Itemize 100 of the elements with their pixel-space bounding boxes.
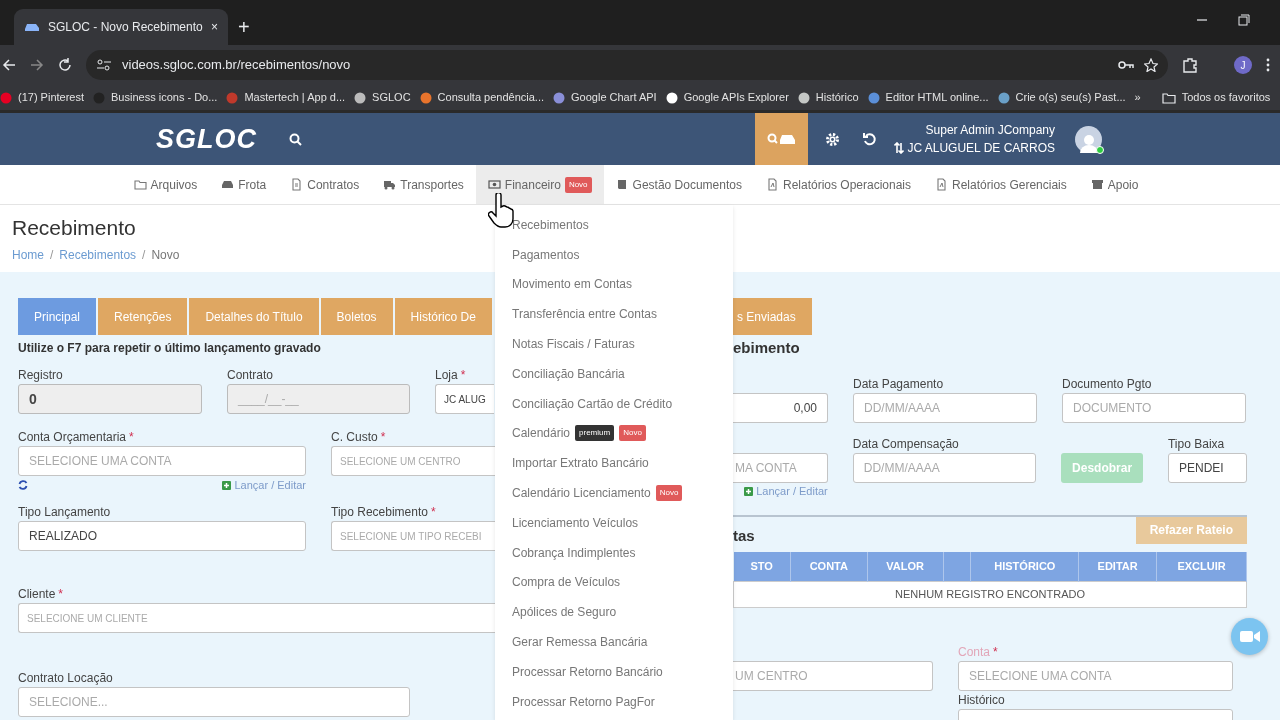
menu-item[interactable]: Processar Retorno Bancário xyxy=(495,656,733,687)
nav-menu-item[interactable]: Frota xyxy=(209,165,279,204)
key-icon[interactable] xyxy=(1118,59,1134,71)
back-icon[interactable] xyxy=(2,58,16,72)
video-camera-icon xyxy=(1239,630,1260,643)
menu-item[interactable]: Conciliação Bancária xyxy=(495,359,733,389)
bookmark-link[interactable]: Histórico xyxy=(797,89,859,106)
bookmark-link[interactable]: Mastertech | App d... xyxy=(226,89,346,106)
new-tab-button[interactable]: + xyxy=(238,16,250,37)
bookmark-link[interactable]: Business icons - Do... xyxy=(93,89,218,106)
column-header: CONTA xyxy=(790,551,868,582)
nav-menu-item[interactable]: Arquivos xyxy=(121,165,210,204)
field-label: Cliente xyxy=(18,587,56,601)
address-bar[interactable]: videos.sgloc.com.br/recebimentos/novo xyxy=(86,50,1168,80)
menu-item[interactable]: Calendário premium Novo xyxy=(495,418,733,449)
profile-avatar[interactable]: J xyxy=(1234,56,1252,74)
logo-text[interactable]: SGLOC xyxy=(150,123,269,155)
field-label: Loja xyxy=(435,368,458,382)
nav-menu-item[interactable]: Financeiro Novo xyxy=(475,165,604,204)
field-label: Tipo Lançamento xyxy=(18,505,111,519)
menu-item[interactable]: Compra de Veículos xyxy=(495,567,733,598)
bookmark-link[interactable]: SGLOC xyxy=(354,89,411,106)
select-field[interactable]: JC ALUG xyxy=(435,384,494,414)
required-mark: * xyxy=(993,645,998,659)
star-icon[interactable] xyxy=(1144,58,1158,72)
menu-item[interactable]: Processar Retorno PagFor xyxy=(495,686,733,717)
select-field[interactable]: SELECIONE UM CENTRO xyxy=(331,446,495,476)
menu-item[interactable]: Transferência entre Contas xyxy=(495,299,733,330)
column-header: HISTÓRICO xyxy=(970,551,1079,582)
more-bookmarks-button[interactable]: » xyxy=(1134,89,1141,106)
menu-item[interactable]: Gerar Remessa Bancária xyxy=(495,627,733,657)
field-label: Registro xyxy=(18,368,63,382)
swap-icon[interactable] xyxy=(894,142,905,154)
bookmark-link[interactable]: Consulta pendência... xyxy=(419,89,545,106)
nav-menu-item[interactable]: Transportes xyxy=(371,165,476,204)
select-field[interactable]: SELECIONE UM CLIENTE xyxy=(18,603,495,633)
nav-menu-item[interactable]: Contratos xyxy=(278,165,372,204)
breadcrumb-separator: / xyxy=(50,247,54,265)
close-tab-button[interactable]: × xyxy=(211,21,218,33)
search-car-icon xyxy=(766,132,797,146)
user-avatar[interactable] xyxy=(1075,125,1102,153)
browser-tab[interactable]: SGLOC - Novo Recebimento × xyxy=(14,9,228,45)
field-label: Data Pagamento xyxy=(853,376,944,391)
menu-item[interactable]: Apólices de Seguro xyxy=(495,597,733,628)
plus-square-icon xyxy=(222,480,232,490)
required-mark: * xyxy=(58,587,64,601)
nav-menu-item[interactable]: Apoio xyxy=(1078,165,1151,204)
refresh-icon[interactable] xyxy=(18,480,28,490)
pdf-file-icon xyxy=(765,178,779,191)
bookmark-link[interactable]: Google Chart API xyxy=(553,89,657,106)
book-icon xyxy=(615,178,629,191)
breadcrumb-link[interactable]: Home xyxy=(12,246,44,265)
plus-square-icon xyxy=(744,487,754,496)
text-field[interactable]: 0,00 xyxy=(733,392,828,423)
hint-text: Utilize o F7 para repetir o último lançamento gravado xyxy=(18,340,322,357)
menu-item[interactable]: Importar Extrato Bancário xyxy=(495,448,733,479)
menu-item[interactable]: Pagamentos xyxy=(495,239,733,270)
breadcrumb-current: Novo xyxy=(151,247,180,265)
menu-item[interactable]: Licenciamento Veículos xyxy=(495,507,733,538)
add-edit-link[interactable]: Lançar / Editar xyxy=(744,483,828,500)
reload-icon[interactable] xyxy=(58,58,72,72)
undo-icon xyxy=(863,132,878,146)
restore-icon[interactable] xyxy=(1238,14,1250,26)
breadcrumb-link[interactable]: Recebimentos xyxy=(59,246,137,265)
field-label: Conta Orçamentaria xyxy=(18,430,127,444)
field-label: Documento Pgto xyxy=(1062,376,1152,391)
banknote-icon xyxy=(487,178,501,191)
select-field[interactable]: REALIZADO xyxy=(18,521,306,551)
menu-item[interactable]: Calendário Licenciamento Novo xyxy=(495,478,733,508)
field-label: Contrato xyxy=(227,368,274,382)
menu-item[interactable]: Conciliação Cartão de Crédito xyxy=(495,388,733,419)
empty-table-message: NENHUM REGISTRO ENCONTRADO xyxy=(733,581,1247,608)
more-icon[interactable] xyxy=(1266,58,1270,72)
form-tab[interactable]: Principal xyxy=(18,298,97,335)
select-field[interactable]: SELECIONE UM TIPO RECEBI xyxy=(331,521,495,551)
document-icon xyxy=(290,178,304,191)
bookmark-link[interactable]: Google APIs Explorer xyxy=(665,89,789,106)
bookmark-link[interactable]: Crie o(s) seu(s) Past... xyxy=(997,89,1126,106)
extensions-icon[interactable] xyxy=(1182,57,1198,73)
bookmarks-folder[interactable]: Todos os favoritos xyxy=(1161,89,1271,106)
breadcrumb-separator: / xyxy=(142,247,146,265)
menu-item[interactable]: Cobrança Indimplentes xyxy=(495,537,733,568)
field-label: Contrato Locação xyxy=(18,671,113,685)
field-label: Tipo Baixa xyxy=(1168,436,1225,451)
company-name[interactable]: JC ALUGUEL DE CARROS xyxy=(907,139,1055,157)
menu-item[interactable]: Movimento em Contas xyxy=(495,269,733,300)
nav-menu-item[interactable]: Relatórios Operacionais xyxy=(753,165,924,204)
bookmark-link[interactable]: (17) Pinterest xyxy=(0,89,85,106)
bookmark-link[interactable]: Editor HTML online... xyxy=(867,89,989,106)
nav-menu-item[interactable]: Gestão Documentos xyxy=(603,165,754,204)
folder-icon xyxy=(133,178,147,191)
menu-item[interactable]: Notas Fiscais / Faturas xyxy=(495,329,733,359)
folder-icon xyxy=(1161,91,1176,104)
site-settings-icon[interactable] xyxy=(96,58,112,72)
forward-icon[interactable] xyxy=(30,58,44,72)
add-edit-link[interactable]: Lançar / Editar xyxy=(222,476,306,494)
nav-menu-item[interactable]: Relatórios Gerenciais xyxy=(923,165,1079,204)
column-header: EDITAR xyxy=(1078,551,1157,582)
column-header: EXCLUIR xyxy=(1156,551,1247,582)
select-field[interactable]: PENDEI xyxy=(1168,452,1247,483)
